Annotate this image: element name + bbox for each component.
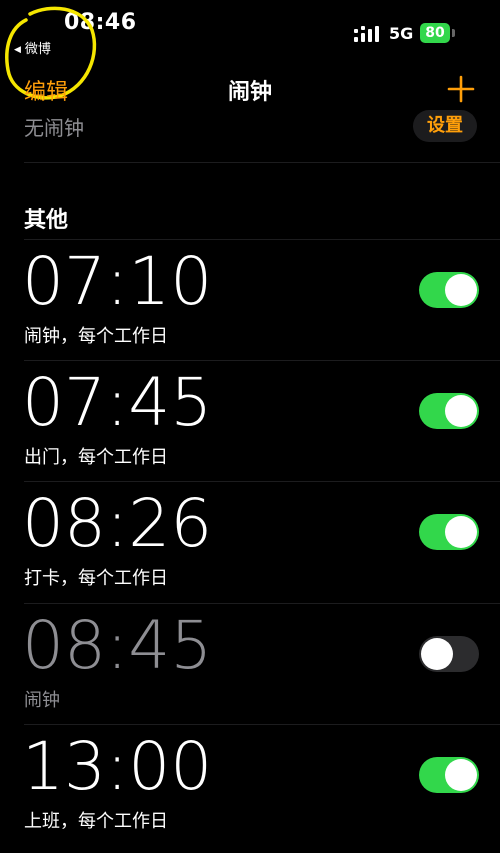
alarm-label: 打卡，每个工作日 [24,568,168,589]
toggle-knob [445,395,477,427]
alarm-time: 08:45 [22,607,213,684]
alarm-toggle[interactable] [419,393,479,429]
network-type: 5G [389,24,414,43]
status-bar: 08:46 ◀ 微博 5G 80 [0,0,500,60]
toggle-knob [445,516,477,548]
alarm-row[interactable]: 07:45 出门，每个工作日 [0,361,500,482]
page-title: 闹钟 [227,80,272,105]
back-app-label: 微博 [24,42,51,57]
alarm-toggle[interactable] [419,514,479,550]
alarm-toggle[interactable] [419,757,479,793]
cellular-signal-icon [354,26,379,42]
status-time: 08:46 [64,10,137,35]
toggle-knob [421,638,453,670]
plus-icon[interactable] [446,74,476,104]
alarm-time: 07:10 [22,243,213,320]
alarm-label: 闹钟，每个工作日 [24,326,168,347]
back-to-app-link[interactable]: ◀ 微博 [14,38,51,57]
alarm-row[interactable]: 07:10 闹钟，每个工作日 [0,240,500,361]
no-alarm-label: 无闹钟 [24,116,84,140]
divider [24,162,500,163]
alarm-time: 13:00 [22,728,213,805]
alarm-toggle[interactable] [419,636,479,672]
section-header-other: 其他 [24,208,69,233]
battery-indicator: 80 [420,23,450,43]
setup-button[interactable]: 设置 [413,110,477,142]
battery-cap-icon [452,29,455,37]
toggle-knob [445,274,477,306]
alarm-label: 上班，每个工作日 [24,811,168,832]
battery-level: 80 [425,25,445,41]
navigation-bar: 编辑 闹钟 [0,64,500,112]
toggle-knob [445,759,477,791]
alarm-row[interactable]: 13:00 上班，每个工作日 [0,725,500,846]
alarm-toggle[interactable] [419,272,479,308]
alarm-label: 出门，每个工作日 [24,447,168,468]
alarm-label: 闹钟 [24,690,60,711]
sleep-alarm-row: 无闹钟 设置 [0,110,500,162]
back-triangle-icon: ◀ [14,45,21,55]
alarm-time: 08:26 [22,485,213,562]
alarm-row[interactable]: 08:45 闹钟 [0,604,500,725]
alarm-row[interactable]: 08:26 打卡，每个工作日 [0,482,500,603]
alarm-time: 07:45 [22,364,213,441]
